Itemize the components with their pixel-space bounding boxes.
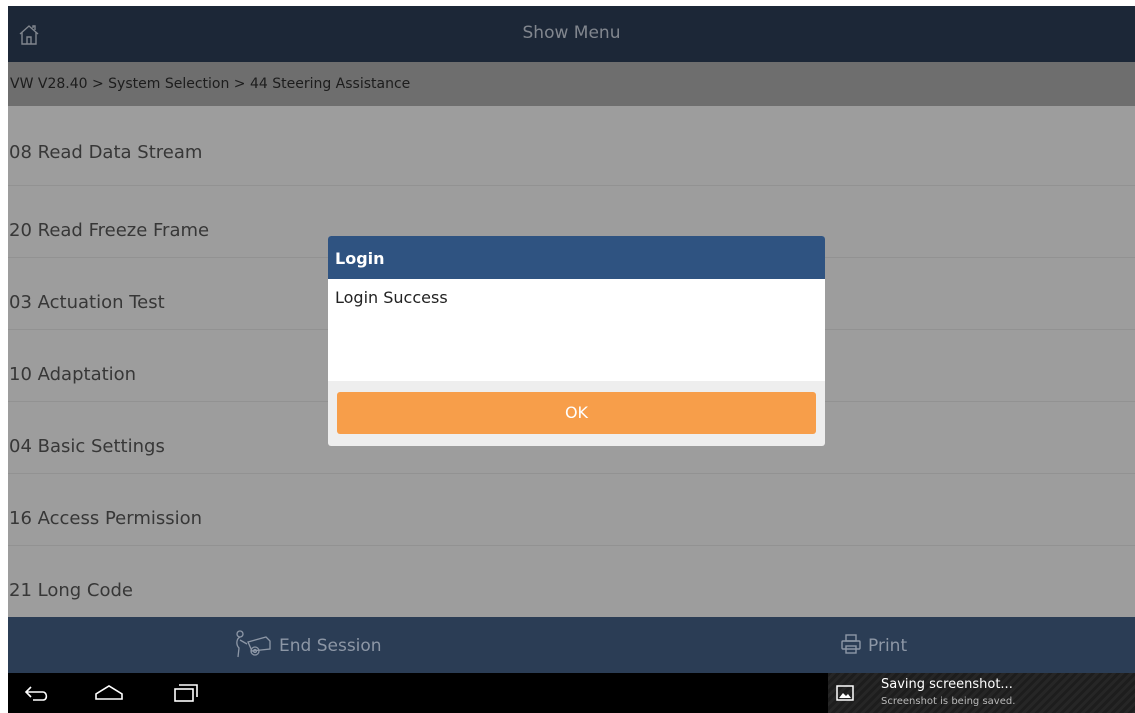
- dialog-message: Login Success: [328, 279, 825, 381]
- printer-icon: [840, 633, 862, 660]
- login-dialog: Login Login Success OK: [328, 236, 825, 446]
- home-outline-icon[interactable]: [94, 681, 123, 705]
- app-screen: Show Menu VW V28.40 > System Selection >…: [8, 6, 1135, 713]
- end-session-button[interactable]: End Session: [233, 629, 382, 660]
- end-session-label: End Session: [279, 636, 382, 656]
- recents-icon[interactable]: [172, 681, 200, 705]
- print-label: Print: [868, 636, 908, 656]
- dialog-title: Login: [328, 236, 825, 279]
- ok-button[interactable]: OK: [337, 392, 816, 434]
- bottom-toolbar: End Session Print: [8, 617, 1135, 673]
- back-icon[interactable]: [23, 681, 51, 705]
- print-button[interactable]: Print: [840, 632, 907, 660]
- image-icon: [836, 685, 854, 701]
- system-nav-bar: Saving screenshot... Screenshot is being…: [8, 673, 1135, 713]
- notification-title: Saving screenshot...: [881, 677, 1013, 692]
- notification-subtitle: Screenshot is being saved.: [881, 696, 1016, 707]
- mechanic-car-icon: [233, 629, 273, 664]
- screenshot-notification[interactable]: Saving screenshot... Screenshot is being…: [828, 673, 1135, 713]
